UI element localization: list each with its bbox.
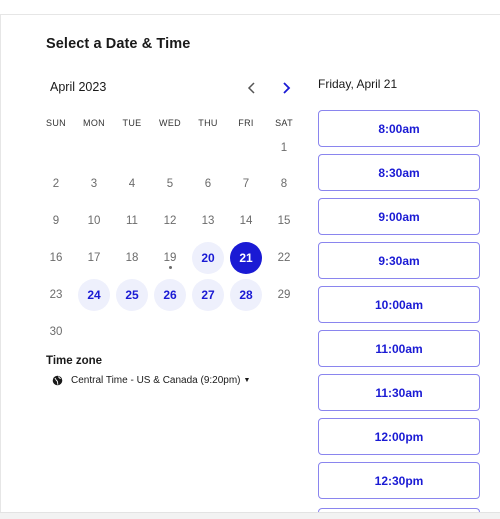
- time-slot-button[interactable]: 8:30am: [318, 154, 480, 191]
- month-label: April 2023: [50, 80, 107, 94]
- time-slot-button[interactable]: 9:00am: [318, 198, 480, 235]
- calendar-day-29: 29: [268, 279, 300, 311]
- weekday-wed: WED: [159, 118, 181, 128]
- calendar-day-25[interactable]: 25: [116, 279, 148, 311]
- weekday-mon: MON: [83, 118, 105, 128]
- calendar-day-number: 24: [87, 288, 101, 302]
- time-slot-button[interactable]: 10:00am: [318, 286, 480, 323]
- bottom-scroll-bar: [0, 512, 500, 519]
- time-slot-button[interactable]: 12:00pm: [318, 418, 480, 455]
- calendar-day-24[interactable]: 24: [78, 279, 110, 311]
- weekday-fri: FRI: [238, 118, 254, 128]
- calendar-day-number: 27: [201, 288, 215, 302]
- calendar-day-23: 23: [40, 279, 72, 311]
- calendar-day-number: 21: [239, 251, 253, 265]
- calendar-day-number: 12: [163, 215, 177, 227]
- calendar-day-number: 17: [87, 252, 101, 264]
- globe-icon: [52, 375, 63, 386]
- time-slot-button[interactable]: 8:00am: [318, 110, 480, 147]
- calendar-day-number: 11: [126, 215, 138, 227]
- calendar-day-number: 23: [49, 289, 63, 301]
- weekday-tue: TUE: [122, 118, 142, 128]
- calendar-day-22: 22: [268, 242, 300, 274]
- calendar-day-18: 18: [116, 242, 148, 274]
- calendar-day-number: 16: [49, 252, 63, 264]
- calendar-day-number: 8: [280, 178, 288, 190]
- calendar-day-4: 4: [116, 168, 148, 200]
- calendar-day-16: 16: [40, 242, 72, 274]
- calendar-day-2: 2: [40, 168, 72, 200]
- calendar-day-number: 22: [277, 252, 291, 264]
- calendar-day-number: 5: [166, 178, 174, 190]
- time-slot-button[interactable]: 9:30am: [318, 242, 480, 279]
- previous-month-button[interactable]: [242, 78, 262, 98]
- calendar-day-6: 6: [192, 168, 224, 200]
- weekday-thu: THU: [198, 118, 218, 128]
- calendar-day-number: 13: [201, 215, 215, 227]
- calendar-day-30: 30: [40, 316, 72, 348]
- calendar-day-8: 8: [268, 168, 300, 200]
- today-indicator-dot: [169, 266, 172, 269]
- weekday-sun: SUN: [46, 118, 66, 128]
- calendar-day-5: 5: [154, 168, 186, 200]
- calendar-day-19: 19: [154, 242, 186, 274]
- time-slot-button[interactable]: 11:00am: [318, 330, 480, 367]
- calendar-day-14: 14: [230, 205, 262, 237]
- calendar-day-number: 9: [52, 215, 60, 227]
- calendar-day-number: 19: [163, 252, 177, 264]
- calendar-day-15: 15: [268, 205, 300, 237]
- next-month-button[interactable]: [276, 78, 296, 98]
- calendar-day-1: 1: [268, 132, 300, 164]
- page-title: Select a Date & Time: [46, 36, 191, 52]
- chevron-left-icon: [247, 82, 255, 94]
- calendar-day-number: 10: [87, 215, 101, 227]
- calendar-day-number: 28: [239, 288, 253, 302]
- calendar-day-number: 4: [128, 178, 136, 190]
- calendar-day-number: 14: [239, 215, 253, 227]
- calendar-day-9: 9: [40, 205, 72, 237]
- calendar-day-number: 1: [280, 142, 288, 154]
- time-slot-button[interactable]: 12:30pm: [318, 462, 480, 499]
- time-slot-button[interactable]: 11:30am: [318, 374, 480, 411]
- calendar-day-13: 13: [192, 205, 224, 237]
- calendar-day-number: 6: [204, 178, 212, 190]
- calendar-day-11: 11: [116, 205, 148, 237]
- chevron-right-icon: [283, 82, 291, 94]
- calendar-day-number: 20: [201, 251, 215, 265]
- calendar-day-12: 12: [154, 205, 186, 237]
- caret-down-icon: ▼: [243, 377, 251, 384]
- calendar-day-7: 7: [230, 168, 262, 200]
- timezone-label: Time zone: [46, 355, 103, 367]
- top-divider: [0, 14, 500, 15]
- calendar-day-number: 15: [277, 215, 291, 227]
- calendar-day-number: 30: [49, 326, 63, 338]
- calendar-day-20[interactable]: 20: [192, 242, 224, 274]
- calendar-day-26[interactable]: 26: [154, 279, 186, 311]
- calendar-day-21[interactable]: 21: [230, 242, 262, 274]
- timezone-value: Central Time - US & Canada (9:20pm): [71, 375, 241, 386]
- timezone-dropdown[interactable]: Central Time - US & Canada (9:20pm) ▼: [52, 375, 250, 386]
- selected-date-heading: Friday, April 21: [318, 77, 398, 91]
- calendar-day-number: 29: [277, 289, 291, 301]
- calendar-day-17: 17: [78, 242, 110, 274]
- calendar-day-27[interactable]: 27: [192, 279, 224, 311]
- calendar-day-3: 3: [78, 168, 110, 200]
- calendar-day-number: 3: [90, 178, 98, 190]
- calendar-day-number: 26: [163, 288, 177, 302]
- calendar-day-28[interactable]: 28: [230, 279, 262, 311]
- calendar-day-10: 10: [78, 205, 110, 237]
- calendar-day-number: 25: [125, 288, 139, 302]
- weekday-sat: SAT: [275, 118, 293, 128]
- left-divider: [0, 14, 1, 519]
- calendar-day-number: 7: [242, 178, 250, 190]
- calendar-day-number: 18: [125, 252, 139, 264]
- calendar-day-number: 2: [52, 178, 60, 190]
